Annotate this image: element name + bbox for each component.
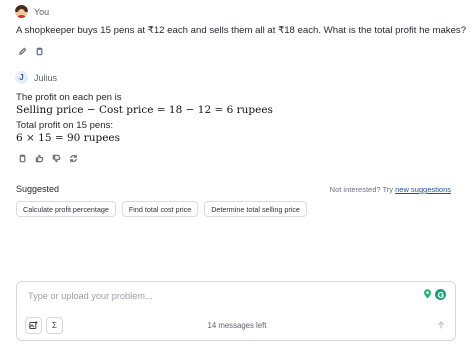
grammar-assistant-icon[interactable]	[435, 289, 446, 300]
copy-icon[interactable]	[34, 46, 45, 57]
assistant-avatar: J	[15, 71, 28, 84]
user-avatar	[15, 5, 28, 18]
assistant-text-line-2: Total profit on 15 pens:	[16, 120, 114, 131]
thumbs-up-icon[interactable]	[34, 153, 45, 164]
messages-left-counter: 14 messages left	[207, 321, 267, 330]
edit-icon[interactable]	[17, 46, 28, 57]
user-message-actions	[17, 46, 45, 57]
assistant-text-line-1: The profit on each pen is	[16, 92, 122, 103]
problem-input[interactable]: Type or upload your problem...	[28, 291, 153, 301]
user-message-text: A shopkeeper buys 15 pens at ₹12 each an…	[16, 25, 467, 36]
regenerate-icon[interactable]	[68, 153, 79, 164]
thumbs-down-icon[interactable]	[51, 153, 62, 164]
suggestion-chip-total-cost-price[interactable]: Find total cost price	[121, 201, 199, 217]
assistant-message-header: J Julius	[15, 71, 57, 84]
assistant-math-line-1: Selling price − Cost price = 18 − 12 = 6…	[16, 104, 273, 116]
suggestion-chip-total-selling-price[interactable]: Determine total selling price	[204, 201, 307, 217]
copy-icon[interactable]	[17, 153, 28, 164]
send-button[interactable]	[435, 319, 447, 331]
suggestion-chips: Calculate profit percentage Find total c…	[16, 201, 307, 217]
assistant-message-actions	[17, 153, 79, 164]
composer[interactable]: Type or upload your problem... Σ 14 mess…	[16, 281, 456, 341]
suggestion-chip-profit-percentage[interactable]: Calculate profit percentage	[16, 201, 116, 217]
user-author-name: You	[34, 6, 50, 17]
suggested-title: Suggested	[16, 184, 60, 194]
not-interested-text: Not interested? Try new suggestions	[329, 185, 451, 194]
user-message-header: You	[15, 5, 49, 18]
assistant-author-name: Julius	[34, 72, 58, 83]
send-arrow-icon	[437, 321, 445, 329]
assistant-math-line-2: 6 × 15 = 90 rupees	[16, 132, 121, 144]
new-suggestions-link[interactable]: new suggestions	[395, 185, 451, 194]
location-pin-icon[interactable]	[423, 289, 432, 299]
extension-icons	[423, 289, 446, 300]
